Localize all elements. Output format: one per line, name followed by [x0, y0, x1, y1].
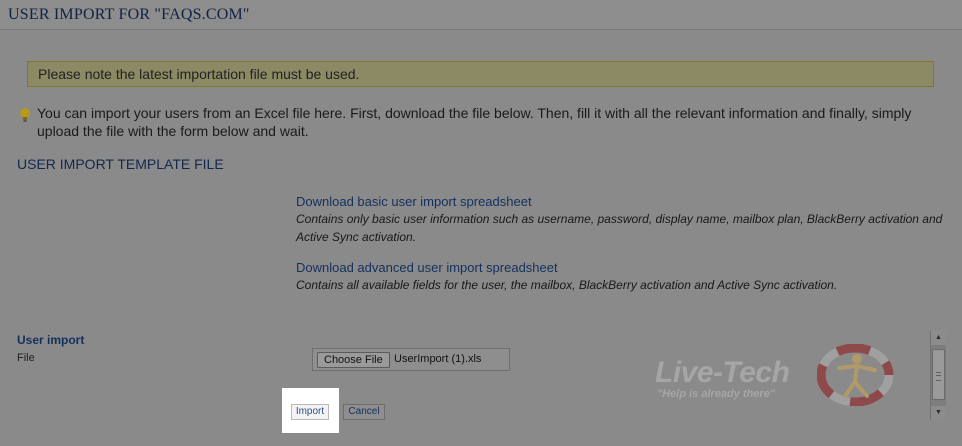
choose-file-button[interactable]: Choose File: [317, 352, 390, 368]
download-advanced-link[interactable]: Download advanced user import spreadshee…: [296, 260, 558, 275]
download-basic-link[interactable]: Download basic user import spreadsheet: [296, 194, 532, 209]
download-advanced-description: Contains all available fields for the us…: [296, 278, 838, 292]
download-basic-description: Contains only basic user information suc…: [296, 212, 943, 244]
template-section-title: USER IMPORT TEMPLATE FILE: [17, 156, 224, 172]
scroll-thumb[interactable]: [932, 349, 945, 400]
live-tech-watermark: Live-Tech "Help is already there": [655, 342, 900, 408]
lifebuoy-person-icon: [817, 344, 894, 406]
notice-text: Please note the latest importation file …: [38, 66, 360, 82]
file-label: File: [17, 352, 35, 364]
page-title: USER IMPORT FOR "FAQS.COM": [8, 6, 250, 23]
user-import-label: User import: [17, 333, 85, 347]
notice-banner: Please note the latest importation file …: [27, 61, 934, 87]
watermark-tagline: "Help is already there": [657, 388, 776, 400]
lightbulb-icon: [20, 108, 30, 122]
file-input[interactable]: Choose File UserImport (1).xls: [312, 348, 510, 371]
intro-text: You can import your users from an Excel …: [37, 105, 912, 139]
selected-file-name: UserImport (1).xls: [394, 353, 482, 365]
watermark-brand: Live-Tech: [655, 356, 790, 389]
page-header: USER IMPORT FOR "FAQS.COM": [0, 0, 962, 30]
scroll-down-arrow-icon[interactable]: ▼: [931, 406, 946, 420]
vertical-scrollbar[interactable]: ▲ ▼: [930, 331, 946, 420]
scroll-grip-icon: [936, 372, 941, 381]
import-button[interactable]: Import: [291, 404, 329, 420]
scroll-up-arrow-icon[interactable]: ▲: [931, 331, 946, 345]
cancel-button[interactable]: Cancel: [343, 404, 385, 420]
